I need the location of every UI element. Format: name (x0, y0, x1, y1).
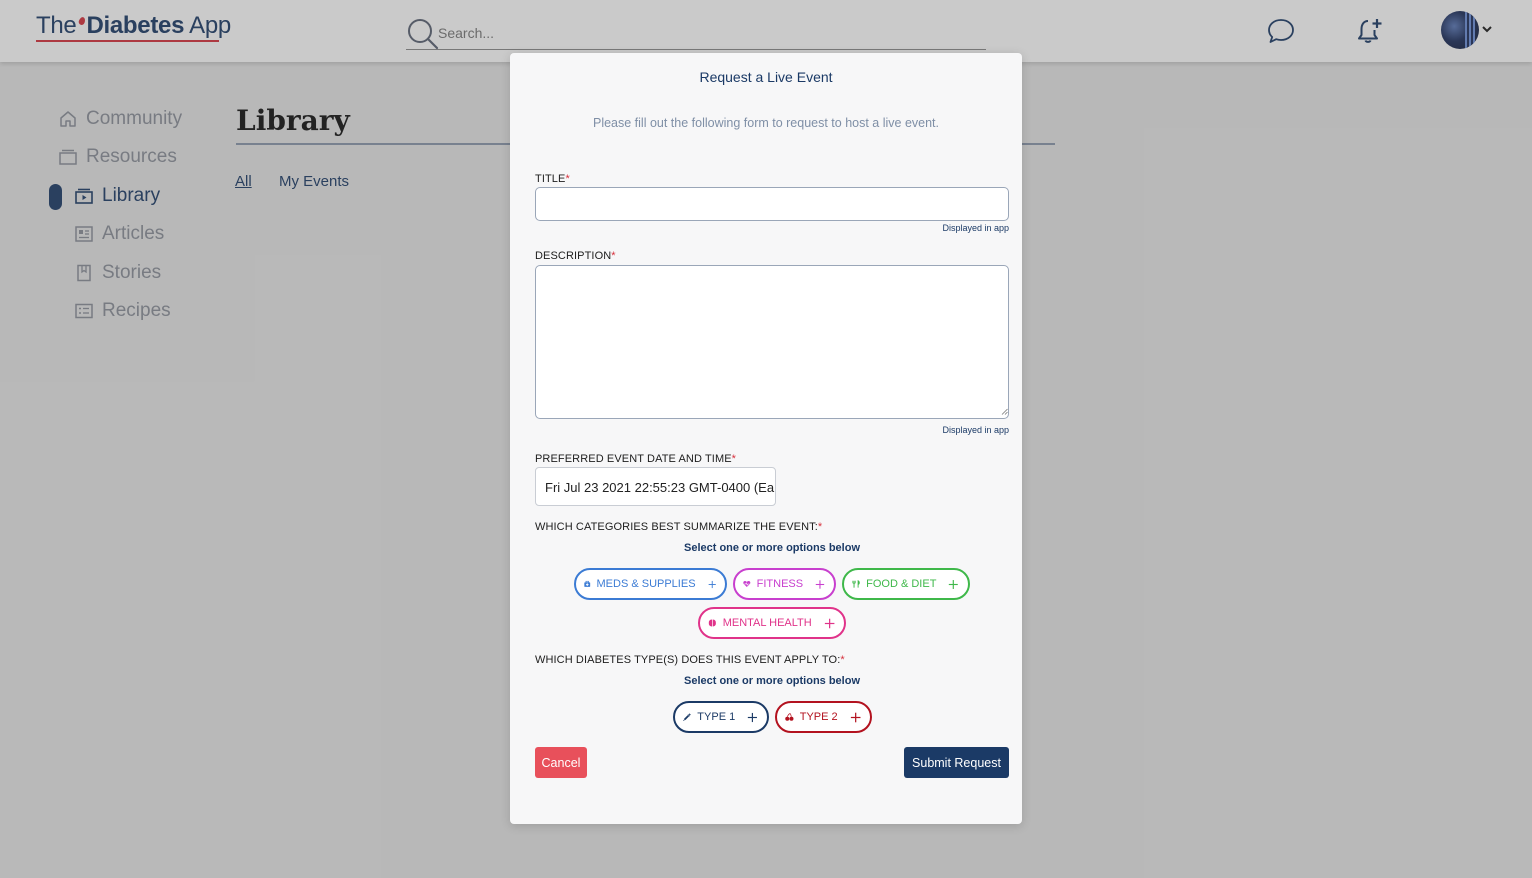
date-label: PREFERRED EVENT DATE AND TIME* (535, 453, 737, 465)
date-time-field[interactable]: Fri Jul 23 2021 22:55:23 GMT-0400 (Ea (535, 467, 776, 506)
resize-handle-icon[interactable] (1001, 408, 1008, 415)
plus-icon (850, 712, 861, 722)
request-live-event-modal: Request a Live Event Please fill out the… (510, 53, 1022, 824)
diabetes-type-label: WHICH DIABETES TYPE(S) DOES THIS EVENT A… (535, 654, 845, 666)
plus-icon (708, 580, 716, 588)
categories-hint: Select one or more options below (683, 542, 861, 554)
categories-label: WHICH CATEGORIES BEST SUMMARIZE THE EVEN… (535, 521, 823, 533)
plus-icon (949, 579, 959, 589)
brain-icon (708, 619, 716, 627)
title-label: TITLE* (535, 173, 570, 185)
cancel-button[interactable]: Cancel (535, 747, 587, 778)
chip-mental-health[interactable]: MENTAL HEALTH (698, 607, 846, 639)
syringe-icon (683, 713, 691, 721)
chip-label: MENTAL HEALTH (722, 617, 812, 629)
plus-icon (824, 618, 835, 628)
chip-label: MEDS & SUPPLIES (596, 578, 696, 590)
diabetes-type-hint: Select one or more options below (683, 675, 861, 687)
briefcase-medical-icon (584, 580, 591, 587)
chip-type-1[interactable]: TYPE 1 (673, 701, 769, 733)
description-field[interactable] (535, 265, 1009, 419)
description-label: DESCRIPTION* (535, 250, 616, 262)
modal-title: Request a Live Event (699, 69, 833, 85)
chip-label: TYPE 2 (799, 711, 838, 723)
utensils-icon (852, 580, 860, 588)
plus-icon (815, 579, 825, 589)
title-field[interactable] (535, 187, 1009, 221)
modal-subtitle: Please fill out the following form to re… (592, 116, 940, 130)
plus-icon (748, 712, 758, 722)
chip-food-diet[interactable]: FOOD & DIET (842, 568, 970, 600)
chip-fitness[interactable]: FITNESS (733, 568, 836, 600)
submit-request-button[interactable]: Submit Request (904, 747, 1009, 778)
title-hint: Displayed in app (942, 223, 1009, 233)
chip-label: FOOD & DIET (866, 578, 937, 590)
chip-label: FITNESS (756, 578, 804, 590)
chip-label: TYPE 1 (697, 711, 736, 723)
heart-pulse-icon (743, 580, 751, 588)
chip-meds-supplies[interactable]: MEDS & SUPPLIES (574, 568, 727, 600)
description-hint: Displayed in app (942, 425, 1009, 435)
chip-type-2[interactable]: TYPE 2 (775, 701, 872, 733)
cherries-icon (785, 713, 794, 721)
